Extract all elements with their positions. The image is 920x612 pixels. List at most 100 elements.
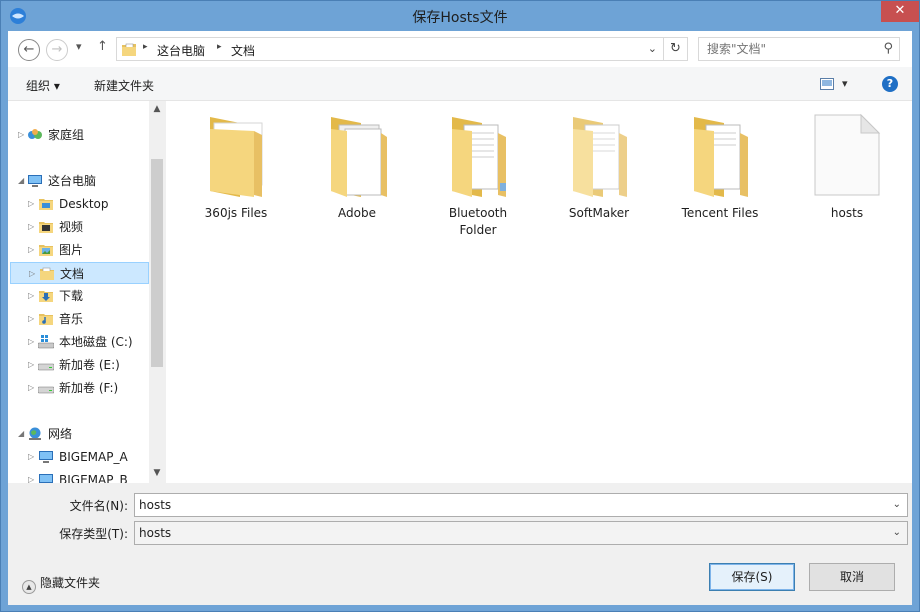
collapse-arrow-icon[interactable]: ◢: [18, 170, 24, 192]
back-button[interactable]: ←: [18, 39, 40, 61]
sidebar-item-label: 家庭组: [48, 128, 85, 142]
folder-item-adobe[interactable]: Adobe: [307, 109, 407, 249]
expand-arrow-icon[interactable]: ▷: [28, 446, 34, 468]
generic-file-icon: [814, 113, 881, 196]
folder-icon: [331, 117, 387, 197]
change-view-button[interactable]: ▾: [820, 77, 854, 93]
network-computer-icon: [39, 474, 53, 483]
sidebar-item-homegroup[interactable]: ▷ 家庭组: [8, 124, 149, 146]
navigation-scrollbar[interactable]: ▲ ▼: [149, 101, 165, 483]
breadcrumb-documents[interactable]: 文档: [231, 42, 255, 59]
file-name: 360js Files: [204, 206, 268, 220]
sidebar-item-drive-c[interactable]: ▷ 本地磁盘 (C:): [8, 331, 149, 353]
drive-icon: [38, 386, 54, 394]
dialog-client-area: ← → ▾ ↑ ▸ 这台电脑 ▸ 文档 ⌄ ↻ ⚲: [8, 31, 912, 605]
new-folder-button[interactable]: 新建文件夹: [94, 77, 154, 94]
filetype-value[interactable]: hosts: [139, 526, 171, 540]
file-name: Bluetooth Folder: [448, 206, 508, 237]
expand-arrow-icon[interactable]: ▷: [28, 331, 34, 353]
search-box[interactable]: ⚲: [698, 37, 900, 61]
folder-item-bluetooth-folder[interactable]: Bluetooth Folder: [428, 109, 528, 249]
expand-arrow-icon[interactable]: ▷: [28, 377, 34, 399]
sidebar-item-network-computer-a[interactable]: ▷ BIGEMAP_A: [8, 446, 149, 468]
downloads-folder-icon: [39, 291, 53, 302]
expand-arrow-icon[interactable]: ▷: [28, 216, 34, 238]
sidebar-item-pictures[interactable]: ▷ 图片: [8, 239, 149, 261]
expand-arrow-icon[interactable]: ▷: [28, 469, 34, 483]
filename-combobox[interactable]: hosts ⌄: [134, 493, 908, 517]
file-name: hosts: [830, 206, 864, 220]
file-name: Adobe: [338, 206, 376, 220]
expand-arrow-icon[interactable]: ▷: [28, 193, 34, 215]
documents-folder-icon: [40, 267, 54, 280]
address-bar[interactable]: ▸ 这台电脑 ▸ 文档 ⌄ ↻: [116, 37, 688, 61]
collapse-arrow-icon[interactable]: ◢: [18, 423, 24, 445]
search-icon[interactable]: ⚲: [883, 41, 893, 56]
expand-arrow-icon[interactable]: ▷: [28, 308, 34, 330]
up-button[interactable]: ↑: [97, 39, 108, 54]
chevron-up-icon: ▲: [22, 580, 36, 594]
title-bar[interactable]: 保存Hosts文件 ✕: [1, 1, 919, 31]
address-history-dropdown[interactable]: ⌄: [648, 42, 657, 55]
sidebar-item-desktop[interactable]: ▷ Desktop: [8, 193, 149, 215]
sidebar-item-label: BIGEMAP_B: [59, 473, 128, 483]
filename-value[interactable]: hosts: [139, 498, 171, 512]
breadcrumb-separator[interactable]: ▸: [143, 42, 148, 52]
expand-arrow-icon[interactable]: ▷: [29, 263, 35, 285]
chevron-down-icon[interactable]: ⌄: [893, 527, 901, 538]
sidebar-item-music[interactable]: ▷ 音乐: [8, 308, 149, 330]
sidebar-item-label: 文档: [60, 267, 85, 281]
system-drive-icon: [38, 335, 54, 349]
sidebar-item-this-pc[interactable]: ◢ 这台电脑: [8, 170, 149, 192]
homegroup-icon: [28, 129, 42, 139]
sidebar-item-label: 下载: [59, 289, 84, 303]
sidebar-item-label: 视频: [59, 220, 84, 234]
sidebar-item-network[interactable]: ◢ 网络: [8, 423, 149, 445]
file-name: SoftMaker: [568, 206, 630, 220]
folder-item-softmaker[interactable]: SoftMaker: [549, 109, 649, 249]
sidebar-item-drive-e[interactable]: ▷ 新加卷 (E:): [8, 354, 149, 376]
file-list-view[interactable]: 360js Files Adobe Bluetooth Folder SoftM…: [166, 101, 912, 483]
pictures-folder-icon: [39, 245, 53, 256]
organize-menu[interactable]: 组织 ▾: [26, 77, 60, 94]
folder-item-360js-files[interactable]: 360js Files: [186, 109, 286, 249]
sidebar-item-label: 本地磁盘 (C:): [59, 335, 133, 349]
forward-button[interactable]: →: [46, 39, 68, 61]
save-dialog-window: 保存Hosts文件 ✕ ← → ▾ ↑ ▸ 这台电脑 ▸ 文档 ⌄ ↻ 搜索"文…: [0, 0, 920, 612]
expand-arrow-icon[interactable]: ▷: [28, 285, 34, 307]
sidebar-item-documents[interactable]: ▷ 文档: [10, 262, 149, 284]
save-button[interactable]: 保存(S): [709, 563, 795, 591]
refresh-button[interactable]: ↻: [663, 38, 687, 60]
videos-folder-icon: [39, 222, 53, 233]
scroll-down-button[interactable]: ▼: [149, 465, 165, 481]
search-input[interactable]: [707, 39, 877, 59]
chevron-down-icon[interactable]: ⌄: [893, 499, 901, 510]
file-name: Tencent Files: [681, 206, 759, 220]
sidebar-item-videos[interactable]: ▷ 视频: [8, 216, 149, 238]
sidebar-item-label: 新加卷 (E:): [59, 358, 120, 372]
computer-icon: [28, 175, 42, 187]
scroll-up-button[interactable]: ▲: [149, 101, 165, 117]
help-button[interactable]: ?: [882, 76, 898, 92]
sidebar-item-label: 新加卷 (F:): [59, 381, 119, 395]
breadcrumb-this-pc[interactable]: 这台电脑: [157, 42, 205, 59]
scrollbar-thumb[interactable]: [151, 159, 163, 367]
breadcrumb-separator[interactable]: ▸: [217, 42, 222, 52]
expand-arrow-icon[interactable]: ▷: [18, 124, 24, 146]
close-button[interactable]: ✕: [881, 1, 919, 22]
address-row: ← → ▾ ↑ ▸ 这台电脑 ▸ 文档 ⌄ ↻ ⚲: [8, 31, 912, 67]
folder-icon: [694, 117, 748, 197]
network-icon: [29, 427, 41, 440]
sidebar-item-network-computer-b[interactable]: ▷ BIGEMAP_B: [8, 469, 149, 483]
file-item-hosts[interactable]: hosts: [797, 109, 897, 249]
folder-icon: [210, 117, 263, 197]
expand-arrow-icon[interactable]: ▷: [28, 239, 34, 261]
cancel-button[interactable]: 取消: [809, 563, 895, 591]
expand-arrow-icon[interactable]: ▷: [28, 354, 34, 376]
folder-item-tencent-files[interactable]: Tencent Files: [670, 109, 770, 249]
sidebar-item-downloads[interactable]: ▷ 下载: [8, 285, 149, 307]
filetype-select[interactable]: hosts ⌄: [134, 521, 908, 545]
sidebar-item-drive-f[interactable]: ▷ 新加卷 (F:): [8, 377, 149, 399]
recent-locations-button[interactable]: ▾: [76, 40, 82, 53]
hide-folders-toggle[interactable]: ▲ 隐藏文件夹: [22, 574, 100, 594]
